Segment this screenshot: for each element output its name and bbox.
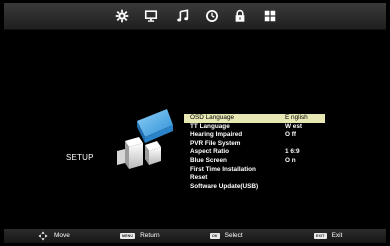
menu-item-reset[interactable]: Reset xyxy=(184,174,384,183)
hint-return-label: Return xyxy=(140,232,160,239)
menu-item-blue-screen[interactable]: Blue Screen O n xyxy=(184,157,384,166)
music-note-icon[interactable] xyxy=(175,8,191,24)
menu-item-first-time-installation[interactable]: First Time Installation xyxy=(184,166,384,175)
hint-move: Move xyxy=(38,231,70,241)
hint-select-label: Select xyxy=(224,232,243,239)
menu-item-label: TT Language xyxy=(190,122,230,130)
hint-exit: EXIT Exit xyxy=(314,231,342,241)
hint-select: OK Select xyxy=(210,231,243,241)
menu-item-pvr-file-system[interactable]: PVR File System xyxy=(184,140,384,149)
top-menu-bar xyxy=(4,3,386,30)
menu-item-tt-language[interactable]: TT Language W est xyxy=(184,123,384,132)
menu-item-value: O ff xyxy=(285,131,297,139)
menu-item-label: OSD Language xyxy=(190,114,235,121)
menu-item-label: PVR File System xyxy=(190,139,241,147)
menu-item-label: Reset xyxy=(190,174,208,182)
menu-item-value: E nglish xyxy=(285,114,308,121)
menu-item-software-update[interactable]: Software Update(USB) xyxy=(184,183,384,192)
exit-key-badge: EXIT xyxy=(314,233,327,239)
ok-key-badge: OK xyxy=(210,233,220,239)
menu-item-value: W est xyxy=(285,122,303,130)
picture-settings-gear-icon[interactable] xyxy=(114,8,130,24)
setup-menu-list: OSD Language E nglish TT Language W est … xyxy=(184,114,384,191)
lock-icon[interactable] xyxy=(232,8,248,24)
monitor-icon[interactable] xyxy=(143,8,159,24)
timer-clock-icon[interactable] xyxy=(204,8,220,24)
hint-return: MENU Return xyxy=(120,231,160,241)
menu-item-label: Aspect Ratio xyxy=(190,148,230,156)
menu-item-aspect-ratio[interactable]: Aspect Ratio 1 6:9 xyxy=(184,148,384,157)
menu-item-value: 1 6:9 xyxy=(285,148,300,156)
menu-item-label: Software Update(USB) xyxy=(190,182,259,190)
menu-item-label: Blue Screen xyxy=(190,156,227,164)
setup-panel: SETUP OSD Language E nglish TT Language … xyxy=(4,30,386,228)
menu-key-badge: MENU xyxy=(120,233,136,239)
hint-move-label: Move xyxy=(54,232,70,239)
move-arrows-icon xyxy=(38,231,48,241)
bottom-hint-bar: Move MENU Return OK Select EXIT Exit xyxy=(4,229,386,243)
setup-cubes-icon xyxy=(117,109,173,169)
menu-item-label: First Time Installation xyxy=(190,165,256,173)
section-title: SETUP xyxy=(66,153,94,162)
menu-item-osd-language[interactable]: OSD Language E nglish xyxy=(184,114,325,123)
hint-exit-label: Exit xyxy=(331,232,343,239)
tv-osd-screen: SETUP OSD Language E nglish TT Language … xyxy=(4,3,386,243)
menu-item-value: O n xyxy=(285,156,296,164)
menu-item-hearing-impaired[interactable]: Hearing Impaired O ff xyxy=(184,131,384,140)
menu-item-label: Hearing Impaired xyxy=(190,131,243,139)
setup-grid-icon[interactable] xyxy=(262,8,278,24)
